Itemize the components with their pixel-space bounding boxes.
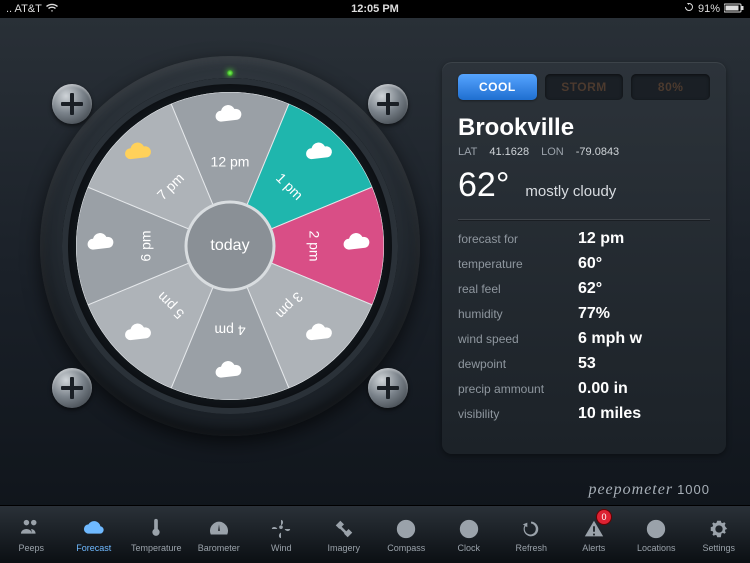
wifi-icon xyxy=(46,3,58,16)
detail-row: humidity77% xyxy=(458,305,710,323)
detail-value: 53 xyxy=(578,355,596,373)
tab-label: Refresh xyxy=(515,543,547,553)
badge-storm[interactable]: STORM xyxy=(545,74,624,100)
tab-refresh[interactable]: Refresh xyxy=(500,506,563,563)
status-led-icon xyxy=(227,70,233,76)
tab-settings[interactable]: Settings xyxy=(688,506,750,563)
detail-key: humidity xyxy=(458,307,578,321)
tab-label: Compass xyxy=(387,543,425,553)
thermo-icon xyxy=(144,517,168,541)
tab-label: Clock xyxy=(457,543,480,553)
detail-value: 62° xyxy=(578,280,602,298)
slice-label: 12 pm xyxy=(211,154,250,170)
tab-alerts[interactable]: Alerts 0 xyxy=(563,506,626,563)
people-icon xyxy=(19,517,43,541)
detail-key: real feel xyxy=(458,282,578,296)
detail-key: precip ammount xyxy=(458,382,578,396)
slice-label: 2 pm xyxy=(306,230,322,261)
detail-row: temperature60° xyxy=(458,255,710,273)
pin-icon xyxy=(644,517,668,541)
tab-label: Locations xyxy=(637,543,676,553)
tab-forecast[interactable]: Forecast xyxy=(63,506,126,563)
tab-peeps[interactable]: Peeps xyxy=(0,506,63,563)
info-panel: COOL STORM 80% Brookville LAT 41.1628 LO… xyxy=(442,62,726,454)
detail-row: wind speed6 mph w xyxy=(458,330,710,348)
status-bar: .. AT&T 12:05 PM 91% xyxy=(0,0,750,18)
brand-label: peepometer 1000 xyxy=(588,481,710,499)
lat-label: LAT xyxy=(458,146,477,158)
clock-icon xyxy=(457,517,481,541)
detail-value: 12 pm xyxy=(578,230,624,248)
detail-row: forecast for12 pm xyxy=(458,230,710,248)
detail-row: dewpoint53 xyxy=(458,355,710,373)
battery-icon xyxy=(724,3,744,16)
location-name: Brookville xyxy=(458,114,710,142)
battery-pct: 91% xyxy=(698,3,720,15)
tab-label: Peeps xyxy=(18,543,44,553)
detail-key: wind speed xyxy=(458,332,578,346)
gauge-icon xyxy=(207,517,231,541)
detail-value: 6 mph w xyxy=(578,330,642,348)
lon-label: LON xyxy=(541,146,564,158)
detail-value: 10 miles xyxy=(578,405,641,423)
detail-key: temperature xyxy=(458,257,578,271)
detail-key: dewpoint xyxy=(458,357,578,371)
detail-value: 77% xyxy=(578,305,610,323)
details-list: forecast for12 pmtemperature60°real feel… xyxy=(458,230,710,423)
gauge-center-label: today xyxy=(210,237,249,254)
gauge-ring: 12 pm1 pm2 pm3 pm4 pm5 pm6 pm7 pmtoday xyxy=(62,78,398,414)
fan-icon xyxy=(269,517,293,541)
alert-count-badge: 0 xyxy=(597,510,611,524)
brand-name: peepometer xyxy=(588,481,673,498)
tab-label: Barometer xyxy=(198,543,240,553)
tab-label: Imagery xyxy=(327,543,360,553)
tab-temperature[interactable]: Temperature xyxy=(125,506,188,563)
detail-row: real feel62° xyxy=(458,280,710,298)
compass-icon xyxy=(394,517,418,541)
badge-cool[interactable]: COOL xyxy=(458,74,537,100)
current-condition: mostly cloudy xyxy=(525,183,616,200)
carrier-label: .. AT&T xyxy=(6,3,42,15)
detail-key: forecast for xyxy=(458,232,578,246)
detail-row: visibility10 miles xyxy=(458,405,710,423)
forecast-gauge-housing: 12 pm1 pm2 pm3 pm4 pm5 pm6 pm7 pmtoday xyxy=(40,56,420,436)
detail-value: 60° xyxy=(578,255,602,273)
brand-model: 1000 xyxy=(677,482,710,497)
tab-locations[interactable]: Locations xyxy=(625,506,688,563)
sat-icon xyxy=(332,517,356,541)
detail-row: precip ammount0.00 in xyxy=(458,380,710,398)
tab-compass[interactable]: Compass xyxy=(375,506,438,563)
badge-pct[interactable]: 80% xyxy=(631,74,710,100)
main-panel: 12 pm1 pm2 pm3 pm4 pm5 pm6 pm7 pmtoday C… xyxy=(0,18,750,505)
tab-label: Forecast xyxy=(76,543,111,553)
slice-label: 6 pm xyxy=(138,230,154,261)
tab-wind[interactable]: Wind xyxy=(250,506,313,563)
slice-label: 4 pm xyxy=(214,322,245,338)
orientation-lock-icon xyxy=(684,3,694,16)
tab-label: Alerts xyxy=(582,543,605,553)
detail-key: visibility xyxy=(458,407,578,421)
tab-barometer[interactable]: Barometer xyxy=(188,506,251,563)
status-time: 12:05 PM xyxy=(252,3,498,15)
refresh-icon xyxy=(519,517,543,541)
tab-bar: Peeps Forecast Temperature Barometer Wind Ima… xyxy=(0,505,750,563)
tab-label: Temperature xyxy=(131,543,182,553)
divider xyxy=(458,219,710,220)
gauge-face[interactable]: 12 pm1 pm2 pm3 pm4 pm5 pm6 pm7 pmtoday xyxy=(76,92,384,400)
location-coords: LAT 41.1628 LON -79.0843 xyxy=(458,146,710,158)
tab-label: Settings xyxy=(702,543,735,553)
detail-value: 0.00 in xyxy=(578,380,628,398)
lat-value: 41.1628 xyxy=(489,146,529,158)
lon-value: -79.0843 xyxy=(576,146,619,158)
gear-icon xyxy=(707,517,731,541)
tab-imagery[interactable]: Imagery xyxy=(313,506,376,563)
cloud-icon xyxy=(82,517,106,541)
forecast-wheel[interactable]: 12 pm1 pm2 pm3 pm4 pm5 pm6 pm7 pmtoday xyxy=(76,92,384,400)
tab-label: Wind xyxy=(271,543,292,553)
tab-clock[interactable]: Clock xyxy=(438,506,501,563)
current-temperature: 62° xyxy=(458,166,509,205)
